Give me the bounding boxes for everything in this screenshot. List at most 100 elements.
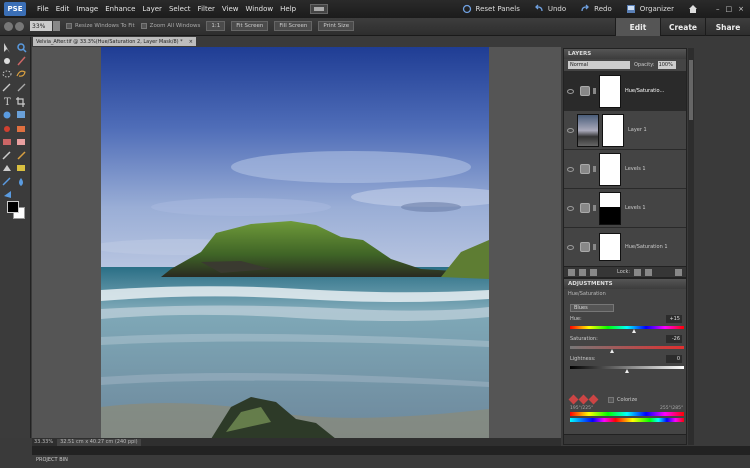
type-tool-icon[interactable]: T [4,97,11,108]
layer-mask-thumbnail[interactable] [599,233,621,261]
sponge-tool-icon[interactable] [4,191,11,198]
healing-brush-tool-icon[interactable] [17,126,25,132]
scrollbar-thumb[interactable] [689,60,693,120]
link-chain-icon[interactable] [593,205,596,211]
menu-enhance[interactable]: Enhance [105,5,135,13]
shape-tool-icon[interactable] [2,177,11,186]
zoom-tool-icon[interactable] [17,43,27,53]
layer-row[interactable]: Hue/Saturatio... [564,71,686,110]
zoom-field[interactable]: 33% [30,21,52,31]
layer-mask-thumbnail[interactable] [599,191,621,225]
straighten-tool-icon[interactable] [17,111,25,118]
channel-select[interactable]: Blues [570,304,614,312]
lock-transparent-icon[interactable] [634,268,642,276]
reset-panels-button[interactable]: Reset Panels [462,4,520,14]
move-tool-icon[interactable] [4,43,10,53]
new-adjustment-layer-icon[interactable] [590,268,597,276]
print-size-button[interactable]: Print Size [318,21,355,31]
saturation-slider[interactable] [570,346,684,349]
menu-filter[interactable]: Filter [198,5,215,13]
blend-mode-select[interactable]: Normal [568,61,630,69]
eyedropper-plus-icon[interactable] [578,394,589,405]
project-bin[interactable]: PROJECT BIN [32,446,750,463]
new-layer-icon[interactable] [568,268,575,276]
link-chain-icon[interactable] [593,244,596,250]
link-chain-icon[interactable] [593,166,596,172]
hue-value[interactable]: +15 [666,315,682,323]
layers-panel-title[interactable]: LAYERS [564,49,686,59]
hue-slider[interactable] [570,326,684,329]
menu-select[interactable]: Select [169,5,191,13]
redo-button[interactable]: Redo [580,4,612,14]
lightness-value[interactable]: 0 [666,355,682,363]
menu-help[interactable]: Help [280,5,296,13]
eraser-tool-icon[interactable] [17,139,25,145]
fit-screen-button[interactable]: Fit Screen [231,21,269,31]
lightness-slider-thumb[interactable] [624,369,629,373]
crop-tool-icon[interactable] [16,97,25,107]
visibility-eye-icon[interactable] [567,127,574,133]
brush-tool-icon[interactable] [2,151,11,160]
saturation-slider-thumb[interactable] [609,349,614,353]
link-chain-icon[interactable] [593,88,596,94]
tab-edit[interactable]: Edit [615,18,660,36]
home-button[interactable] [688,4,702,14]
lasso-tool-icon[interactable] [16,70,26,77]
resize-windows-checkbox[interactable]: Resize Windows To Fit [66,23,135,29]
menu-window[interactable]: Window [246,5,274,13]
fill-screen-button[interactable]: Fill Screen [274,21,313,31]
visibility-eye-icon[interactable] [567,88,574,94]
eyedropper-icon[interactable] [568,394,579,405]
tab-create[interactable]: Create [660,18,705,36]
visibility-eye-icon[interactable] [567,205,574,211]
workspace-layout-button[interactable] [310,4,329,14]
minimize-icon[interactable]: – [716,5,720,13]
colorize-checkbox[interactable]: Colorize [608,397,637,403]
undo-button[interactable]: Undo [534,4,566,14]
zoom-in-icon[interactable] [15,21,24,31]
layer-mask-thumbnail[interactable] [599,74,621,108]
layer-row[interactable]: Layer 1 [564,110,686,149]
maximize-icon[interactable]: □ [726,5,733,13]
menu-edit[interactable]: Edit [56,5,70,13]
zoom-dropdown[interactable] [53,21,60,31]
clone-stamp-tool-icon[interactable] [3,139,11,145]
close-icon[interactable]: × [738,5,744,13]
quick-selection-tool-icon[interactable] [17,83,26,92]
organizer-button[interactable]: Organizer [626,4,674,14]
gradient-tool-icon[interactable] [17,165,25,171]
layer-row[interactable]: Levels 1 [564,188,686,227]
magic-wand-tool-icon[interactable] [2,83,11,92]
opacity-field[interactable]: 100% [657,61,676,69]
hand-tool-icon[interactable] [4,58,10,64]
layer-row[interactable]: Hue/Saturation 1 [564,227,686,266]
zoom-out-icon[interactable] [4,21,13,31]
blur-tool-icon[interactable] [19,178,23,186]
cookie-cutter-tool-icon[interactable] [3,111,11,119]
smart-brush-tool-icon[interactable] [17,151,26,160]
layer-row[interactable]: Levels 1 [564,149,686,188]
delete-layer-icon[interactable] [675,268,682,276]
close-document-icon[interactable]: × [189,39,193,45]
lock-all-icon[interactable] [645,268,653,276]
actual-pixels-button[interactable]: 1:1 [206,21,226,31]
menu-file[interactable]: File [37,5,49,13]
layer-mask-thumbnail[interactable] [602,113,624,147]
red-eye-tool-icon[interactable] [4,126,10,132]
layer-mask-thumbnail[interactable] [599,152,621,186]
adjustments-panel-title[interactable]: ADJUSTMENTS [564,279,686,289]
tab-share[interactable]: Share [705,18,750,36]
menu-view[interactable]: View [222,5,239,13]
menu-layer[interactable]: Layer [142,5,162,13]
document-tab[interactable]: Velvia_After.tif @ 33.3%(Hue/Saturation … [33,37,196,46]
marquee-tool-icon[interactable] [2,70,12,78]
eyedropper-minus-icon[interactable] [588,394,599,405]
new-fill-layer-icon[interactable] [579,268,586,276]
panel-scrollbar[interactable] [688,48,694,445]
visibility-eye-icon[interactable] [567,244,574,250]
zoom-all-checkbox[interactable]: Zoom All Windows [140,23,200,29]
eyedropper-tool-icon[interactable] [17,56,26,66]
saturation-value[interactable]: -26 [666,335,682,343]
paint-bucket-tool-icon[interactable] [3,165,11,171]
visibility-eye-icon[interactable] [567,166,574,172]
